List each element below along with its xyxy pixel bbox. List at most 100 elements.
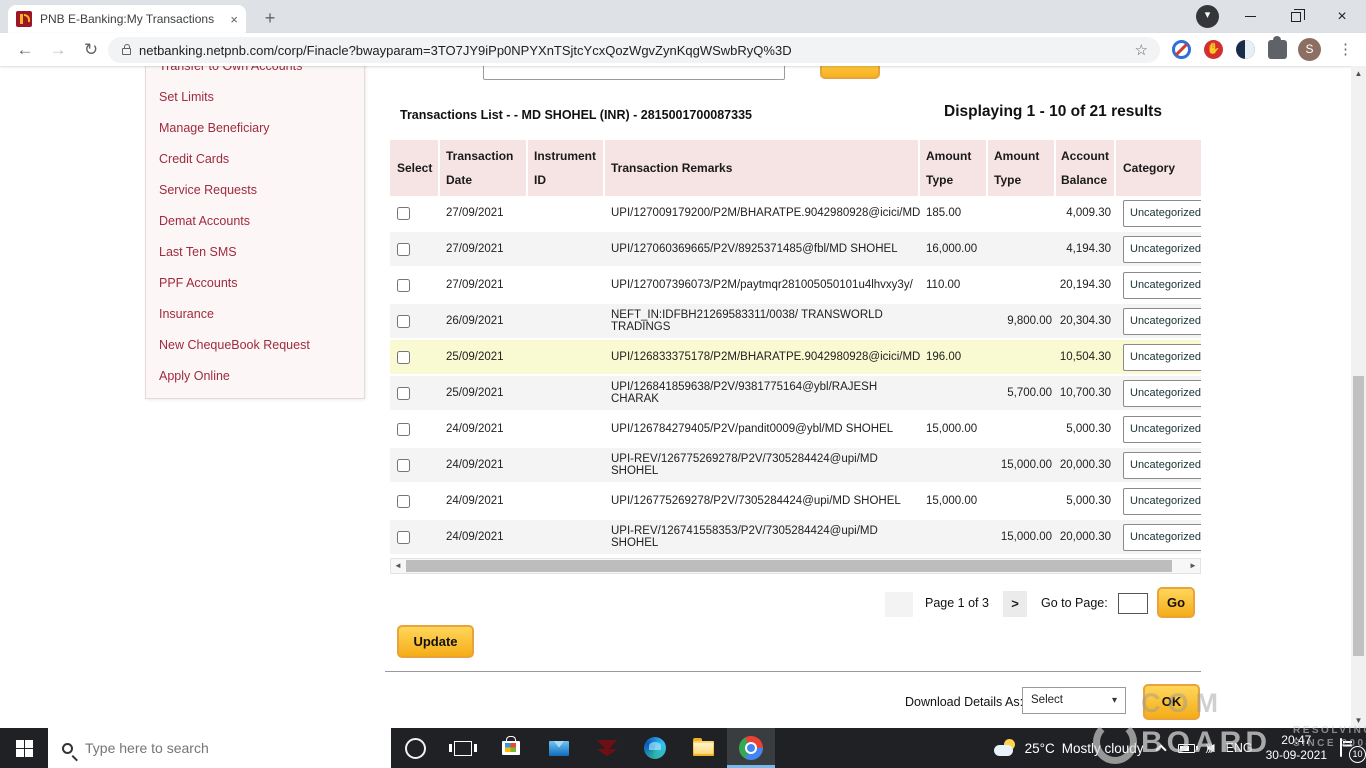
mail-button[interactable] <box>535 728 583 768</box>
cell-amount-credit: 9,800.00 <box>988 304 1056 338</box>
battery-icon[interactable] <box>1178 744 1195 753</box>
column-header-instrument-id: Instrument ID <box>528 140 605 196</box>
scroll-right-icon[interactable]: ► <box>1186 559 1200 573</box>
row-checkbox[interactable] <box>397 207 410 220</box>
cell-transaction-date: 24/09/2021 <box>440 484 528 518</box>
update-button[interactable]: Update <box>397 625 474 658</box>
category-select[interactable]: Uncategorized <box>1123 380 1201 407</box>
taskbar-search[interactable] <box>48 728 391 768</box>
address-bar[interactable]: netbanking.netpnb.com/corp/Finacle?bwayp… <box>108 37 1160 63</box>
sidebar-item-set-limits[interactable]: Set Limits <box>146 82 364 113</box>
refresh-button[interactable]: ↻ <box>78 37 104 63</box>
task-view-button[interactable] <box>439 728 487 768</box>
bookmark-star-icon[interactable]: ☆ <box>1135 41 1148 59</box>
next-page-button[interactable]: > <box>1003 591 1027 617</box>
sidebar-item-service-requests[interactable]: Service Requests <box>146 175 364 206</box>
cell-instrument-id <box>528 448 605 482</box>
new-tab-button[interactable]: + <box>258 7 282 31</box>
category-select[interactable]: Uncategorized <box>1123 416 1201 443</box>
cell-select <box>390 304 440 338</box>
category-select[interactable]: Uncategorized <box>1123 236 1201 263</box>
tray-chevron-icon[interactable] <box>1155 744 1166 755</box>
cell-amount-credit <box>988 268 1056 302</box>
media-control-icon[interactable]: ▾ <box>1196 5 1219 28</box>
prev-page-button[interactable] <box>885 592 913 617</box>
row-checkbox[interactable] <box>397 243 410 256</box>
category-select[interactable]: Uncategorized <box>1123 488 1201 515</box>
profile-avatar[interactable]: S <box>1298 38 1321 61</box>
page-vertical-scrollbar[interactable]: ▲ ▼ <box>1351 66 1366 728</box>
category-select[interactable]: Uncategorized <box>1123 308 1201 335</box>
sidebar-item-credit-cards[interactable]: Credit Cards <box>146 144 364 175</box>
table-row: 24/09/2021UPI/126775269278/P2V/730528442… <box>390 484 1201 520</box>
row-checkbox[interactable] <box>397 495 410 508</box>
scroll-left-icon[interactable]: ◄ <box>391 559 405 573</box>
row-checkbox[interactable] <box>397 459 410 472</box>
extensions-puzzle-icon[interactable] <box>1268 40 1287 59</box>
category-select[interactable]: Uncategorized <box>1123 200 1201 227</box>
horizontal-scroll-thumb[interactable] <box>406 560 1172 572</box>
volume-button[interactable]: ))) <box>1208 743 1213 754</box>
category-select[interactable]: Uncategorized <box>1123 272 1201 299</box>
cortana-button[interactable] <box>391 728 439 768</box>
row-checkbox[interactable] <box>397 315 410 328</box>
table-horizontal-scrollbar[interactable]: ◄ ► <box>390 558 1201 574</box>
adblock-extension-icon[interactable]: ✋ <box>1204 40 1223 59</box>
cell-transaction-remarks: UPI/126784279405/P2V/pandit0009@ybl/MD S… <box>605 412 920 446</box>
row-checkbox[interactable] <box>397 387 410 400</box>
sidebar-item-last-ten-sms[interactable]: Last Ten SMS <box>146 237 364 268</box>
cell-amount-credit <box>988 484 1056 518</box>
row-checkbox[interactable] <box>397 279 410 292</box>
cell-select <box>390 448 440 482</box>
category-select[interactable]: Uncategorized <box>1123 452 1201 479</box>
back-button[interactable]: ← <box>12 37 38 63</box>
sidebar-item-apply-online[interactable]: Apply Online <box>146 361 364 392</box>
sidebar-item-new-chequebook-request[interactable]: New ChequeBook Request <box>146 330 364 361</box>
predator-app-button[interactable] <box>583 728 631 768</box>
sidebar-item-manage-beneficiary[interactable]: Manage Beneficiary <box>146 113 364 144</box>
file-explorer-button[interactable] <box>679 728 727 768</box>
clock[interactable]: 20:47 30-09-2021 <box>1266 733 1327 763</box>
language-indicator[interactable]: ENG <box>1226 741 1253 755</box>
cell-select <box>390 232 440 266</box>
weather-widget[interactable]: 25°C Mostly cloudy <box>994 739 1144 757</box>
cell-amount-credit <box>988 412 1056 446</box>
category-select[interactable]: Uncategorized <box>1123 524 1201 551</box>
sidebar-item-transfer-to-own-accounts[interactable]: Transfer to Own Accounts <box>146 66 364 82</box>
dark-mode-extension-icon[interactable] <box>1236 40 1255 59</box>
vertical-scroll-thumb[interactable] <box>1353 376 1364 656</box>
goto-page-input[interactable] <box>1118 593 1148 614</box>
sidebar-item-insurance[interactable]: Insurance <box>146 299 364 330</box>
close-window-button[interactable]: × <box>1322 0 1362 33</box>
search-criteria-input[interactable] <box>483 66 785 80</box>
microsoft-store-button[interactable] <box>487 728 535 768</box>
ok-button[interactable]: OK <box>1143 684 1200 720</box>
tab-close-icon[interactable]: × <box>230 12 238 27</box>
sidebar-item-ppf-accounts[interactable]: PPF Accounts <box>146 268 364 299</box>
minimize-button[interactable] <box>1230 0 1270 33</box>
row-checkbox[interactable] <box>397 351 410 364</box>
row-checkbox[interactable] <box>397 531 410 544</box>
goto-page-go-button[interactable]: Go <box>1157 587 1195 618</box>
scroll-down-icon[interactable]: ▼ <box>1351 713 1366 728</box>
download-format-value: Select <box>1031 694 1063 706</box>
scroll-up-icon[interactable]: ▲ <box>1351 66 1366 81</box>
notification-center-button[interactable]: 10 <box>1340 739 1360 757</box>
cell-transaction-date: 25/09/2021 <box>440 340 528 374</box>
chrome-button[interactable] <box>727 728 775 768</box>
cell-transaction-remarks: NEFT_IN:IDFBH21269583311/0038/ TRANSWORL… <box>605 304 920 338</box>
start-button[interactable] <box>0 728 48 768</box>
content-blocker-extension-icon[interactable] <box>1172 40 1191 59</box>
taskbar-search-input[interactable] <box>85 740 355 756</box>
restore-button[interactable] <box>1276 0 1316 33</box>
row-checkbox[interactable] <box>397 423 410 436</box>
sidebar-item-demat-accounts[interactable]: Demat Accounts <box>146 206 364 237</box>
edge-button[interactable] <box>631 728 679 768</box>
category-select[interactable]: Uncategorized <box>1123 344 1201 371</box>
url-text[interactable]: netbanking.netpnb.com/corp/Finacle?bwayp… <box>139 43 1127 58</box>
download-format-select[interactable]: Select ▾ <box>1022 687 1126 714</box>
browser-menu-icon[interactable]: ⋮ <box>1338 38 1353 61</box>
top-go-button[interactable] <box>820 66 880 79</box>
cell-transaction-remarks: UPI/127009179200/P2M/BHARATPE.9042980928… <box>605 196 920 230</box>
browser-tab[interactable]: PNB E-Banking:My Transactions × <box>8 5 246 33</box>
